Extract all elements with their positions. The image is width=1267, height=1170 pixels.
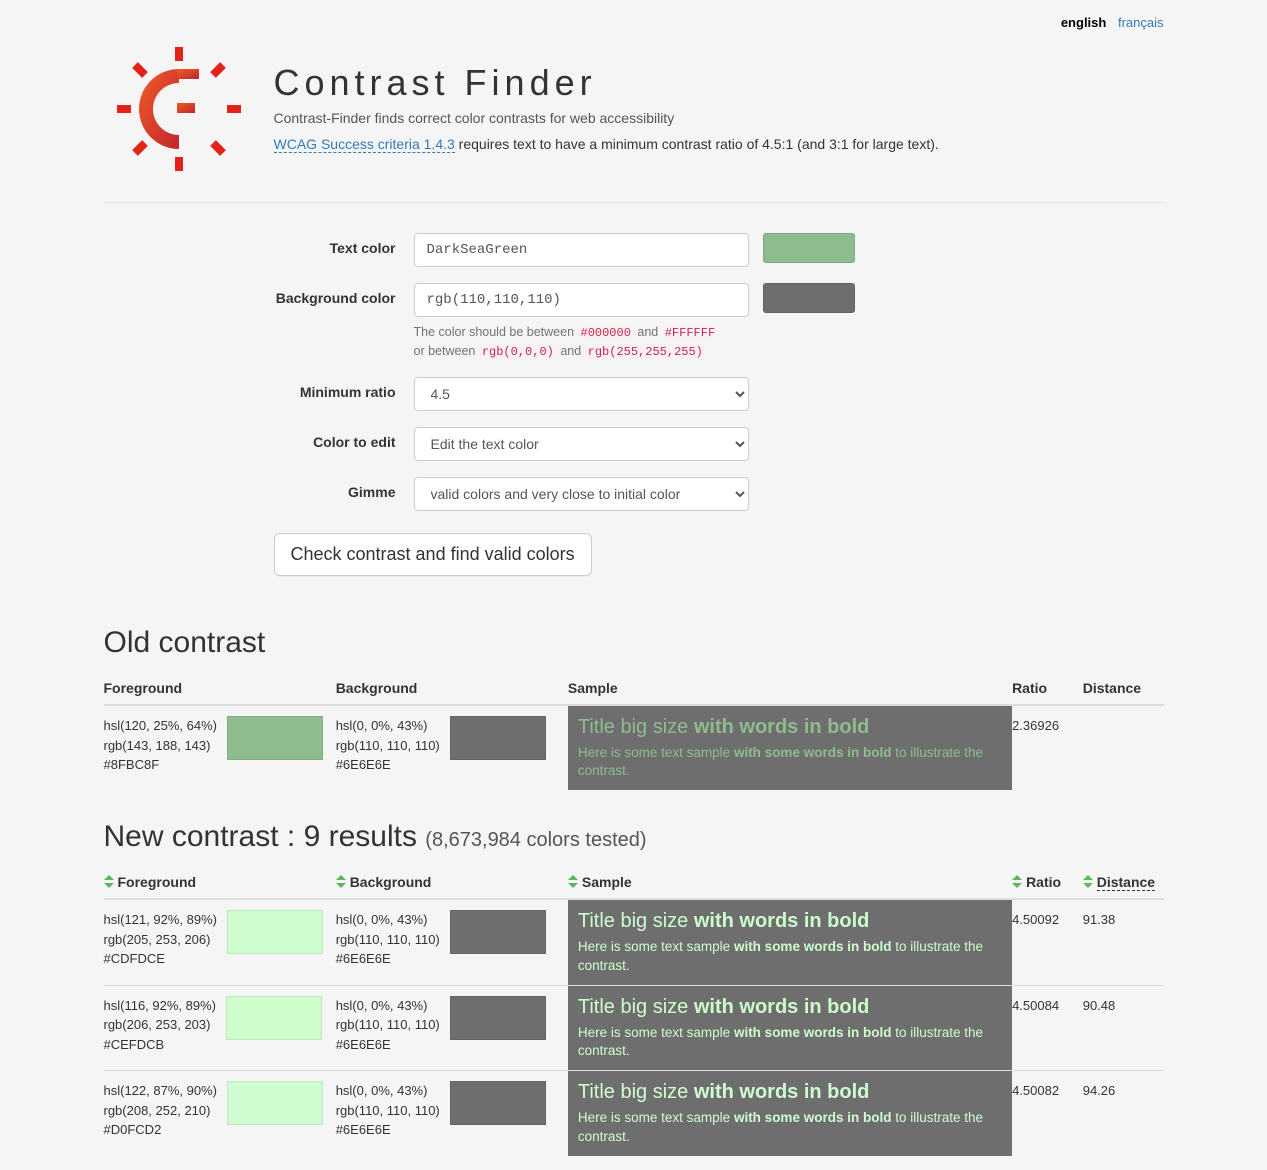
- language-picker: english français: [104, 15, 1164, 34]
- color-values: hsl(116, 92%, 89%)rgb(206, 253, 203)#CEF…: [104, 996, 217, 1055]
- inline-swatch: [450, 716, 546, 760]
- sample-title: Title big size with words in bold: [578, 906, 1002, 936]
- sample-text: Here is some text sample with some words…: [578, 1024, 1002, 1060]
- col-foreground: Foreground: [104, 672, 336, 705]
- table-row: hsl(120, 25%, 64%)rgb(143, 188, 143)#8FB…: [104, 705, 1164, 790]
- inline-swatch: [226, 996, 322, 1040]
- color-cell: hsl(0, 0%, 43%)rgb(110, 110, 110)#6E6E6E: [336, 910, 560, 969]
- col-sample: Sample: [568, 672, 1012, 705]
- form: Text color Background color The color sh…: [104, 203, 1164, 596]
- sample-text: Here is some text sample with some words…: [578, 1109, 1002, 1145]
- color-cell: hsl(0, 0%, 43%)rgb(110, 110, 110)#6E6E6E: [336, 996, 560, 1055]
- wcag-line: WCAG Success criteria 1.4.3 requires tex…: [274, 136, 939, 152]
- sample-box: Title big size with words in boldHere is…: [568, 986, 1012, 1070]
- old-contrast-heading: Old contrast: [104, 626, 1164, 660]
- ratio-value: 4.50082: [1012, 1071, 1083, 1156]
- new-contrast-table: Foreground Background Sample Ratio Dista…: [104, 866, 1164, 1155]
- color-cell: hsl(116, 92%, 89%)rgb(206, 253, 203)#CEF…: [104, 996, 328, 1055]
- sample-box: Title big size with words in boldHere is…: [568, 900, 1012, 984]
- submit-button[interactable]: Check contrast and find valid colors: [274, 533, 592, 576]
- bg-color-swatch: [763, 283, 855, 313]
- color-values: hsl(121, 92%, 89%)rgb(205, 253, 206)#CDF…: [104, 910, 217, 969]
- page-title: Contrast Finder: [274, 62, 939, 104]
- sample-text: Here is some text sample with some words…: [578, 744, 1002, 780]
- text-color-input[interactable]: [414, 233, 749, 267]
- lang-current: english: [1061, 15, 1107, 30]
- inline-swatch: [227, 1081, 323, 1125]
- gimme-label: Gimme: [104, 477, 414, 500]
- text-color-swatch: [763, 233, 855, 263]
- sample-title: Title big size with words in bold: [578, 992, 1002, 1022]
- col-foreground-sort[interactable]: Foreground: [104, 866, 336, 899]
- col-ratio: Ratio: [1012, 672, 1083, 705]
- col-ratio-sort[interactable]: Ratio: [1012, 866, 1083, 899]
- color-values: hsl(0, 0%, 43%)rgb(110, 110, 110)#6E6E6E: [336, 996, 440, 1055]
- color-cell: hsl(121, 92%, 89%)rgb(205, 253, 206)#CDF…: [104, 910, 328, 969]
- wcag-link[interactable]: WCAG Success criteria 1.4.3: [274, 136, 455, 153]
- sample-text: Here is some text sample with some words…: [578, 938, 1002, 974]
- ratio-value: 2.36926: [1012, 705, 1083, 790]
- inline-swatch: [450, 1081, 546, 1125]
- inline-swatch: [227, 910, 323, 954]
- old-contrast-table: Foreground Background Sample Ratio Dista…: [104, 672, 1164, 790]
- color-values: hsl(0, 0%, 43%)rgb(110, 110, 110)#6E6E6E: [336, 716, 440, 775]
- color-to-edit-select[interactable]: Edit the text color: [414, 427, 749, 461]
- color-cell: hsl(120, 25%, 64%)rgb(143, 188, 143)#8FB…: [104, 716, 328, 775]
- col-distance: Distance: [1083, 672, 1164, 705]
- ratio-label: Minimum ratio: [104, 377, 414, 400]
- table-row: hsl(121, 92%, 89%)rgb(205, 253, 206)#CDF…: [104, 899, 1164, 985]
- col-sample-sort[interactable]: Sample: [568, 866, 1012, 899]
- distance-value: 90.48: [1083, 985, 1164, 1070]
- inline-swatch: [450, 996, 546, 1040]
- gimme-select[interactable]: valid colors and very close to initial c…: [414, 477, 749, 511]
- col-background-sort[interactable]: Background: [336, 866, 568, 899]
- logo-icon: [104, 34, 254, 184]
- color-cell: hsl(0, 0%, 43%)rgb(110, 110, 110)#6E6E6E: [336, 1081, 560, 1140]
- distance-value: 94.26: [1083, 1071, 1164, 1156]
- color-values: hsl(122, 87%, 90%)rgb(208, 252, 210)#D0F…: [104, 1081, 217, 1140]
- bg-color-label: Background color: [104, 283, 414, 306]
- color-values: hsl(0, 0%, 43%)rgb(110, 110, 110)#6E6E6E: [336, 1081, 440, 1140]
- ratio-select[interactable]: 4.5: [414, 377, 749, 411]
- col-background: Background: [336, 672, 568, 705]
- tagline: Contrast-Finder finds correct color cont…: [274, 110, 939, 126]
- col-distance-sort[interactable]: Distance: [1083, 866, 1164, 899]
- color-values: hsl(0, 0%, 43%)rgb(110, 110, 110)#6E6E6E: [336, 910, 440, 969]
- distance-value: [1083, 705, 1164, 790]
- ratio-value: 4.50092: [1012, 899, 1083, 985]
- color-cell: hsl(0, 0%, 43%)rgb(110, 110, 110)#6E6E6E: [336, 716, 560, 775]
- ratio-value: 4.50084: [1012, 985, 1083, 1070]
- table-row: hsl(122, 87%, 90%)rgb(208, 252, 210)#D0F…: [104, 1071, 1164, 1156]
- text-color-label: Text color: [104, 233, 414, 256]
- lang-link-fr[interactable]: français: [1118, 15, 1164, 30]
- edit-label: Color to edit: [104, 427, 414, 450]
- inline-swatch: [450, 910, 546, 954]
- sample-box: Title big size with words in boldHere is…: [568, 1071, 1012, 1155]
- table-row: hsl(116, 92%, 89%)rgb(206, 253, 203)#CEF…: [104, 985, 1164, 1070]
- color-values: hsl(120, 25%, 64%)rgb(143, 188, 143)#8FB…: [104, 716, 217, 775]
- inline-swatch: [227, 716, 323, 760]
- bg-color-input[interactable]: [414, 283, 749, 317]
- sample-title: Title big size with words in bold: [578, 712, 1002, 742]
- sample-box: Title big size with words in boldHere is…: [568, 706, 1012, 790]
- color-cell: hsl(122, 87%, 90%)rgb(208, 252, 210)#D0F…: [104, 1081, 328, 1140]
- sample-title: Title big size with words in bold: [578, 1077, 1002, 1107]
- distance-value: 91.38: [1083, 899, 1164, 985]
- header: Contrast Finder Contrast-Finder finds co…: [104, 34, 1164, 203]
- color-help-text: The color should be between #000000 and …: [414, 323, 855, 361]
- new-contrast-heading: New contrast : 9 results (8,673,984 colo…: [104, 820, 1164, 854]
